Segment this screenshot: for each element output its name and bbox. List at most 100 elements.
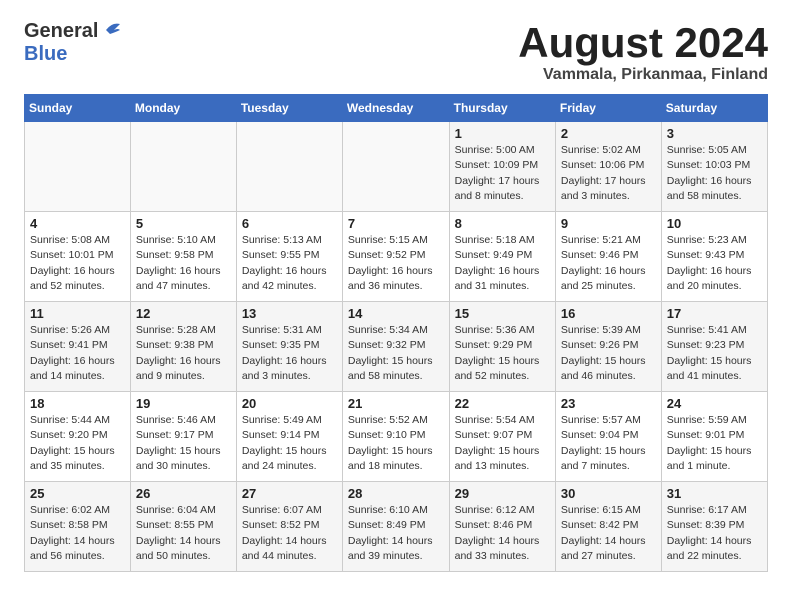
title-area: August 2024 Vammala, Pirkanmaa, Finland (518, 20, 768, 84)
weekday-header-sunday: Sunday (25, 95, 131, 122)
weekday-header-row: SundayMondayTuesdayWednesdayThursdayFrid… (25, 95, 768, 122)
day-number: 6 (242, 216, 337, 231)
day-info: Sunrise: 6:07 AMSunset: 8:52 PMDaylight:… (242, 503, 337, 564)
day-info: Sunrise: 5:28 AMSunset: 9:38 PMDaylight:… (136, 323, 231, 384)
calendar-cell: 7 Sunrise: 5:15 AMSunset: 9:52 PMDaylight… (342, 212, 449, 302)
calendar-cell: 18 Sunrise: 5:44 AMSunset: 9:20 PMDayligh… (25, 392, 131, 482)
calendar-week-2: 4 Sunrise: 5:08 AMSunset: 10:01 PMDayligh… (25, 212, 768, 302)
day-info: Sunrise: 5:21 AMSunset: 9:46 PMDaylight:… (561, 233, 656, 294)
day-info: Sunrise: 5:44 AMSunset: 9:20 PMDaylight:… (30, 413, 125, 474)
day-number: 19 (136, 396, 231, 411)
day-info: Sunrise: 5:15 AMSunset: 9:52 PMDaylight:… (348, 233, 444, 294)
month-title: August 2024 (518, 20, 768, 66)
day-info: Sunrise: 5:39 AMSunset: 9:26 PMDaylight:… (561, 323, 656, 384)
day-info: Sunrise: 5:02 AMSunset: 10:06 PMDaylight… (561, 143, 656, 204)
calendar-cell: 20 Sunrise: 5:49 AMSunset: 9:14 PMDayligh… (236, 392, 342, 482)
day-number: 14 (348, 306, 444, 321)
calendar-cell: 12 Sunrise: 5:28 AMSunset: 9:38 PMDayligh… (130, 302, 236, 392)
day-info: Sunrise: 5:59 AMSunset: 9:01 PMDaylight:… (667, 413, 762, 474)
day-info: Sunrise: 5:18 AMSunset: 9:49 PMDaylight:… (455, 233, 550, 294)
day-info: Sunrise: 5:49 AMSunset: 9:14 PMDaylight:… (242, 413, 337, 474)
day-number: 16 (561, 306, 656, 321)
day-number: 18 (30, 396, 125, 411)
day-info: Sunrise: 5:08 AMSunset: 10:01 PMDaylight… (30, 233, 125, 294)
day-number: 22 (455, 396, 550, 411)
day-number: 5 (136, 216, 231, 231)
day-number: 28 (348, 486, 444, 501)
weekday-header-wednesday: Wednesday (342, 95, 449, 122)
day-number: 15 (455, 306, 550, 321)
calendar-cell: 28 Sunrise: 6:10 AMSunset: 8:49 PMDayligh… (342, 482, 449, 572)
calendar-cell: 17 Sunrise: 5:41 AMSunset: 9:23 PMDayligh… (661, 302, 767, 392)
day-number: 12 (136, 306, 231, 321)
calendar-cell: 8 Sunrise: 5:18 AMSunset: 9:49 PMDaylight… (449, 212, 555, 302)
day-info: Sunrise: 5:36 AMSunset: 9:29 PMDaylight:… (455, 323, 550, 384)
day-number: 24 (667, 396, 762, 411)
day-number: 8 (455, 216, 550, 231)
calendar-cell (130, 122, 236, 212)
logo-general-text: General (24, 20, 98, 43)
day-number: 29 (455, 486, 550, 501)
calendar-cell: 1Sunrise: 5:00 AMSunset: 10:09 PMDayligh… (449, 122, 555, 212)
day-number: 2 (561, 126, 656, 141)
calendar-week-4: 18 Sunrise: 5:44 AMSunset: 9:20 PMDayligh… (25, 392, 768, 482)
day-info: Sunrise: 5:26 AMSunset: 9:41 PMDaylight:… (30, 323, 125, 384)
weekday-header-saturday: Saturday (661, 95, 767, 122)
calendar-cell: 14 Sunrise: 5:34 AMSunset: 9:32 PMDayligh… (342, 302, 449, 392)
day-number: 11 (30, 306, 125, 321)
logo: General Blue (24, 20, 122, 66)
weekday-header-monday: Monday (130, 95, 236, 122)
page-header: General Blue August 2024 Vammala, Pirkan… (24, 20, 768, 84)
day-info: Sunrise: 6:02 AMSunset: 8:58 PMDaylight:… (30, 503, 125, 564)
calendar-cell: 24 Sunrise: 5:59 AMSunset: 9:01 PMDayligh… (661, 392, 767, 482)
calendar-cell: 30Sunrise: 6:15 AMSunset: 8:42 PMDayligh… (555, 482, 661, 572)
calendar-cell: 23 Sunrise: 5:57 AMSunset: 9:04 PMDayligh… (555, 392, 661, 482)
day-info: Sunrise: 5:46 AMSunset: 9:17 PMDaylight:… (136, 413, 231, 474)
day-info: Sunrise: 5:34 AMSunset: 9:32 PMDaylight:… (348, 323, 444, 384)
calendar-cell: 22 Sunrise: 5:54 AMSunset: 9:07 PMDayligh… (449, 392, 555, 482)
calendar-cell: 4 Sunrise: 5:08 AMSunset: 10:01 PMDayligh… (25, 212, 131, 302)
calendar-table: SundayMondayTuesdayWednesdayThursdayFrid… (24, 94, 768, 572)
logo-blue-text: Blue (24, 43, 67, 65)
day-info: Sunrise: 5:52 AMSunset: 9:10 PMDaylight:… (348, 413, 444, 474)
day-info: Sunrise: 5:05 AMSunset: 10:03 PMDaylight… (667, 143, 762, 204)
calendar-cell: 15 Sunrise: 5:36 AMSunset: 9:29 PMDayligh… (449, 302, 555, 392)
calendar-cell: 9 Sunrise: 5:21 AMSunset: 9:46 PMDaylight… (555, 212, 661, 302)
day-info: Sunrise: 5:57 AMSunset: 9:04 PMDaylight:… (561, 413, 656, 474)
logo-icon (100, 20, 122, 40)
day-number: 9 (561, 216, 656, 231)
calendar-cell (342, 122, 449, 212)
calendar-cell: 27Sunrise: 6:07 AMSunset: 8:52 PMDayligh… (236, 482, 342, 572)
day-info: Sunrise: 6:04 AMSunset: 8:55 PMDaylight:… (136, 503, 231, 564)
day-number: 31 (667, 486, 762, 501)
day-info: Sunrise: 5:31 AMSunset: 9:35 PMDaylight:… (242, 323, 337, 384)
day-info: Sunrise: 6:12 AMSunset: 8:46 PMDaylight:… (455, 503, 550, 564)
day-number: 20 (242, 396, 337, 411)
day-number: 23 (561, 396, 656, 411)
calendar-cell: 19 Sunrise: 5:46 AMSunset: 9:17 PMDayligh… (130, 392, 236, 482)
calendar-cell: 31 Sunrise: 6:17 AMSunset: 8:39 PMDayligh… (661, 482, 767, 572)
weekday-header-friday: Friday (555, 95, 661, 122)
location-title: Vammala, Pirkanmaa, Finland (518, 66, 768, 84)
day-number: 21 (348, 396, 444, 411)
day-info: Sunrise: 6:17 AMSunset: 8:39 PMDaylight:… (667, 503, 762, 564)
day-number: 7 (348, 216, 444, 231)
calendar-cell: 11 Sunrise: 5:26 AMSunset: 9:41 PMDayligh… (25, 302, 131, 392)
day-info: Sunrise: 5:13 AMSunset: 9:55 PMDaylight:… (242, 233, 337, 294)
calendar-cell: 13Sunrise: 5:31 AMSunset: 9:35 PMDayligh… (236, 302, 342, 392)
day-info: Sunrise: 5:00 AMSunset: 10:09 PMDaylight… (455, 143, 550, 204)
calendar-cell: 21 Sunrise: 5:52 AMSunset: 9:10 PMDayligh… (342, 392, 449, 482)
day-info: Sunrise: 5:23 AMSunset: 9:43 PMDaylight:… (667, 233, 762, 294)
weekday-header-thursday: Thursday (449, 95, 555, 122)
day-number: 4 (30, 216, 125, 231)
day-number: 25 (30, 486, 125, 501)
day-info: Sunrise: 5:41 AMSunset: 9:23 PMDaylight:… (667, 323, 762, 384)
day-number: 3 (667, 126, 762, 141)
day-number: 26 (136, 486, 231, 501)
calendar-cell: 2 Sunrise: 5:02 AMSunset: 10:06 PMDayligh… (555, 122, 661, 212)
day-info: Sunrise: 5:54 AMSunset: 9:07 PMDaylight:… (455, 413, 550, 474)
calendar-week-3: 11 Sunrise: 5:26 AMSunset: 9:41 PMDayligh… (25, 302, 768, 392)
calendar-cell: 29 Sunrise: 6:12 AMSunset: 8:46 PMDayligh… (449, 482, 555, 572)
day-info: Sunrise: 6:10 AMSunset: 8:49 PMDaylight:… (348, 503, 444, 564)
day-number: 17 (667, 306, 762, 321)
